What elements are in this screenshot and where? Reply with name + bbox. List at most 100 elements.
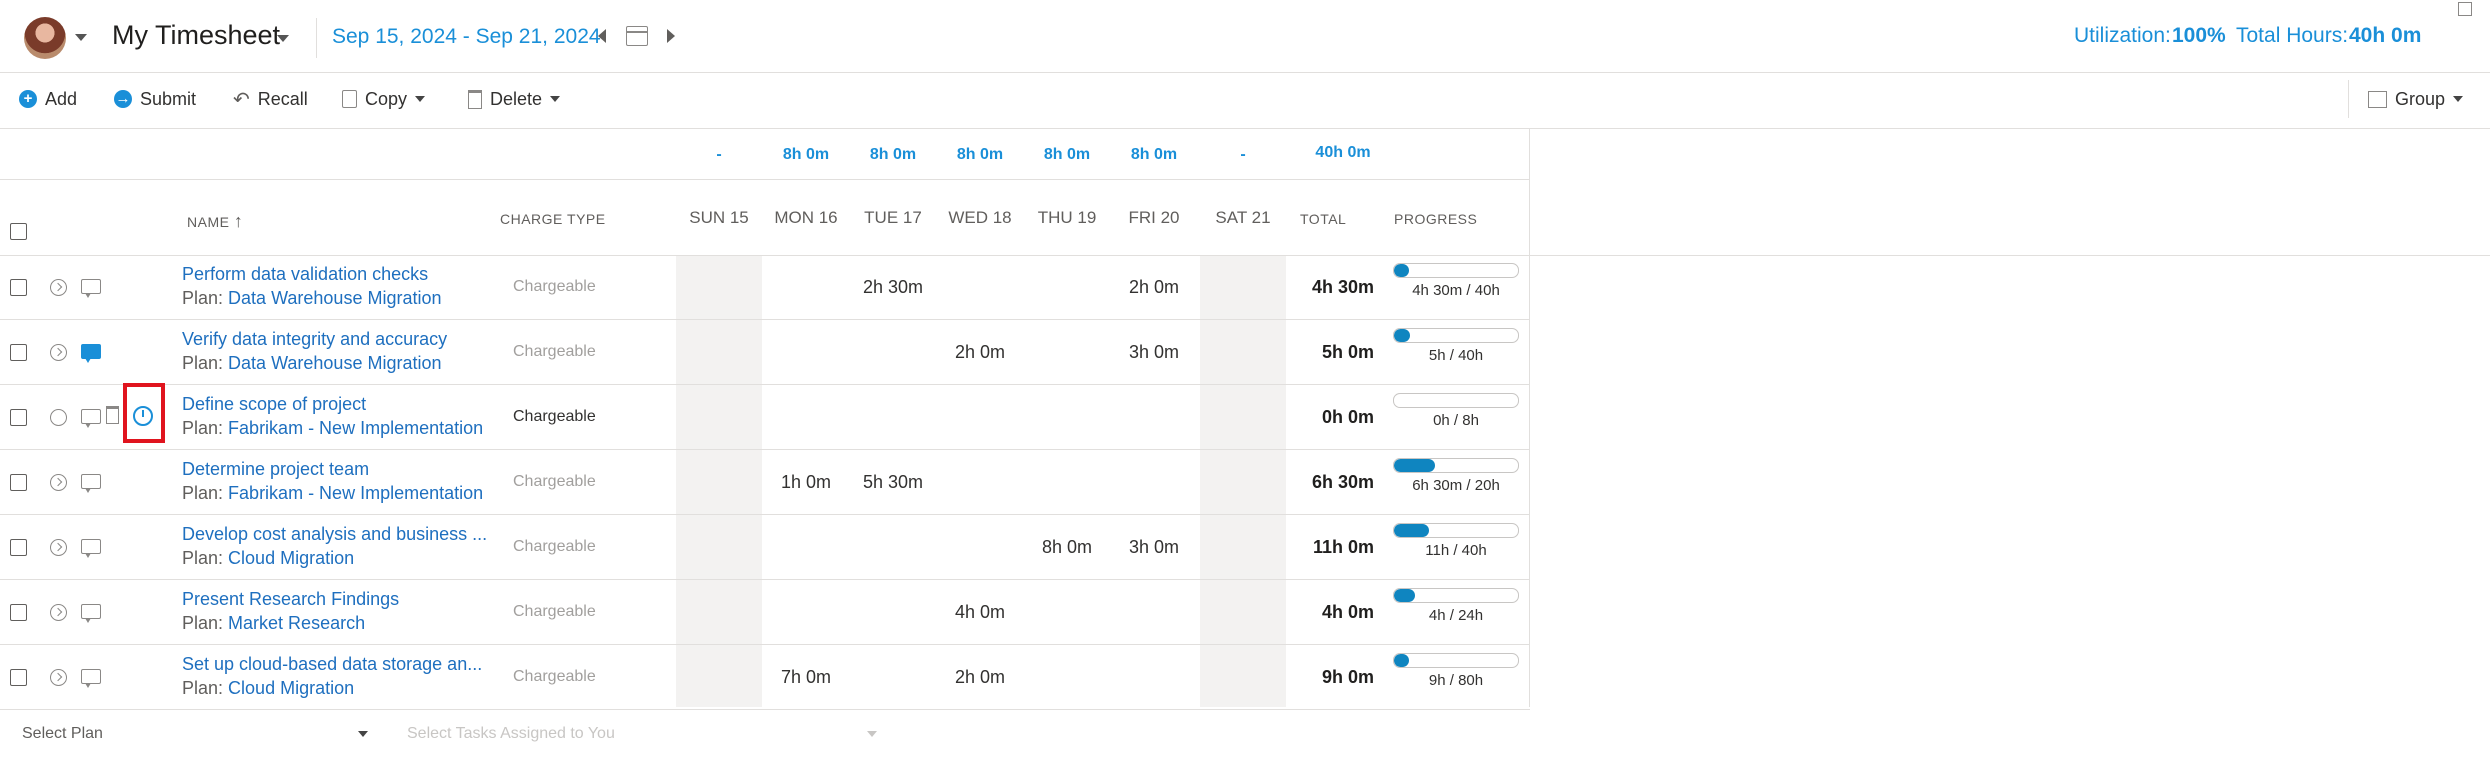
header-divider: [316, 18, 317, 58]
select-tasks-chevron-down-icon[interactable]: [867, 731, 877, 737]
summary-thu: 8h 0m: [1043, 146, 1091, 163]
submit-arrow-icon: →: [114, 90, 132, 108]
task-name-link[interactable]: Develop cost analysis and business ...: [182, 524, 487, 545]
day-hours-cell[interactable]: 7h 0m: [763, 667, 849, 688]
copy-icon: [342, 90, 357, 108]
row-total: 0h 0m: [1321, 407, 1374, 427]
grid-right-border: [1529, 128, 1530, 707]
group-button[interactable]: Group: [2368, 84, 2464, 114]
plan-line: Plan: Cloud Migration: [182, 548, 354, 569]
plan-link[interactable]: Cloud Migration: [228, 548, 354, 568]
select-tasks-dropdown[interactable]: Select Tasks Assigned to You: [407, 725, 615, 743]
task-name-link[interactable]: Perform data validation checks: [182, 264, 428, 285]
row-checkbox[interactable]: [10, 409, 27, 426]
day-hours-cell[interactable]: 2h 0m: [1111, 277, 1197, 298]
status-arrow-icon[interactable]: [50, 474, 67, 491]
calendar-icon[interactable]: [626, 26, 648, 46]
row-trash-icon[interactable]: [106, 406, 119, 424]
comment-icon[interactable]: [81, 344, 101, 363]
name-column-header[interactable]: NAME ↑: [187, 211, 243, 232]
status-arrow-icon[interactable]: [50, 539, 67, 556]
title-chevron-down-icon[interactable]: [277, 35, 289, 42]
progress-bar-fill: [1394, 654, 1409, 667]
add-icon: +: [19, 90, 37, 108]
plan-link[interactable]: Data Warehouse Migration: [228, 288, 441, 308]
trash-icon: [468, 89, 482, 109]
charge-type-value[interactable]: Chargeable: [513, 408, 596, 426]
expand-icon[interactable]: [2458, 2, 2472, 16]
day-hours-cell[interactable]: 2h 30m: [850, 277, 936, 298]
avatar-chevron-down-icon[interactable]: [75, 34, 87, 41]
task-name-link[interactable]: Present Research Findings: [182, 589, 399, 610]
status-arrow-icon[interactable]: [50, 669, 67, 686]
select-all-checkbox[interactable]: [10, 223, 27, 240]
next-week-icon[interactable]: [667, 29, 675, 43]
plan-link[interactable]: Data Warehouse Migration: [228, 353, 441, 373]
copy-chevron-down-icon: [415, 96, 426, 102]
row-checkbox[interactable]: [10, 279, 27, 296]
recall-button[interactable]: ↶ Recall: [233, 84, 308, 114]
submit-button[interactable]: → Submit: [114, 84, 196, 114]
total-hours-label: Total Hours:: [2236, 24, 2349, 47]
day-hours-cell[interactable]: 3h 0m: [1111, 537, 1197, 558]
comment-icon[interactable]: [81, 539, 101, 558]
avatar[interactable]: [24, 17, 66, 59]
comment-icon[interactable]: [81, 409, 101, 428]
copy-button[interactable]: Copy: [342, 84, 426, 114]
task-name-link[interactable]: Define scope of project: [182, 394, 366, 415]
group-label: Group: [2395, 88, 2446, 109]
day-hours-cell[interactable]: 2h 0m: [937, 667, 1023, 688]
thu-column-header: THU 19: [1037, 208, 1097, 227]
mon-column-header: MON 16: [774, 208, 838, 227]
status-arrow-icon[interactable]: [50, 344, 67, 361]
tue-column-header: TUE 17: [864, 208, 922, 227]
select-plan-chevron-down-icon[interactable]: [358, 731, 368, 737]
day-hours-cell[interactable]: 5h 30m: [850, 472, 936, 493]
row-checkbox[interactable]: [10, 344, 27, 361]
progress-column-header: PROGRESS: [1394, 211, 1478, 227]
status-arrow-icon[interactable]: [50, 604, 67, 621]
day-hours-cell[interactable]: 4h 0m: [937, 602, 1023, 623]
plan-line: Plan: Fabrikam - New Implementation: [182, 483, 483, 504]
row-checkbox[interactable]: [10, 669, 27, 686]
status-arrow-icon[interactable]: [50, 279, 67, 296]
task-name-link[interactable]: Set up cloud-based data storage an...: [182, 654, 482, 675]
plan-prefix: Plan:: [182, 613, 224, 633]
comment-icon[interactable]: [81, 669, 101, 688]
progress-bar: [1393, 588, 1519, 603]
progress-label: 11h / 40h: [1425, 542, 1487, 559]
task-name-link[interactable]: Determine project team: [182, 459, 369, 480]
task-name-link[interactable]: Verify data integrity and accuracy: [182, 329, 447, 350]
total-hours-value: 40h 0m: [2349, 24, 2422, 47]
total-column-header: TOTAL: [1300, 211, 1347, 227]
plan-link[interactable]: Fabrikam - New Implementation: [228, 483, 483, 503]
header-bottom-line: [0, 255, 2490, 256]
previous-week-icon[interactable]: [598, 29, 606, 43]
timer-icon[interactable]: [133, 406, 153, 426]
day-hours-cell[interactable]: 2h 0m: [937, 342, 1023, 363]
progress-bar: [1393, 458, 1519, 473]
add-button[interactable]: + Add: [19, 84, 77, 114]
row-checkbox[interactable]: [10, 604, 27, 621]
day-hours-cell[interactable]: 8h 0m: [1024, 537, 1110, 558]
row-checkbox[interactable]: [10, 539, 27, 556]
status-circle-icon[interactable]: [50, 409, 67, 426]
charge-type-value: Chargeable: [513, 473, 596, 490]
day-hours-cell[interactable]: 1h 0m: [763, 472, 849, 493]
day-hours-cell[interactable]: 3h 0m: [1111, 342, 1197, 363]
row-total: 5h 0m: [1321, 342, 1374, 362]
comment-icon[interactable]: [81, 279, 101, 298]
plan-link[interactable]: Market Research: [228, 613, 365, 633]
select-plan-dropdown[interactable]: Select Plan: [22, 725, 103, 743]
wed-column-header: WED 18: [948, 208, 1012, 227]
progress-label: 5h / 40h: [1428, 347, 1484, 364]
plan-prefix: Plan:: [182, 288, 224, 308]
date-range[interactable]: Sep 15, 2024 - Sep 21, 2024: [332, 25, 601, 49]
plan-link[interactable]: Fabrikam - New Implementation: [228, 418, 483, 438]
comment-icon[interactable]: [81, 474, 101, 493]
row-checkbox[interactable]: [10, 474, 27, 491]
header-divider-line: [0, 72, 2490, 73]
plan-link[interactable]: Cloud Migration: [228, 678, 354, 698]
comment-icon[interactable]: [81, 604, 101, 623]
delete-button[interactable]: Delete: [468, 84, 561, 114]
